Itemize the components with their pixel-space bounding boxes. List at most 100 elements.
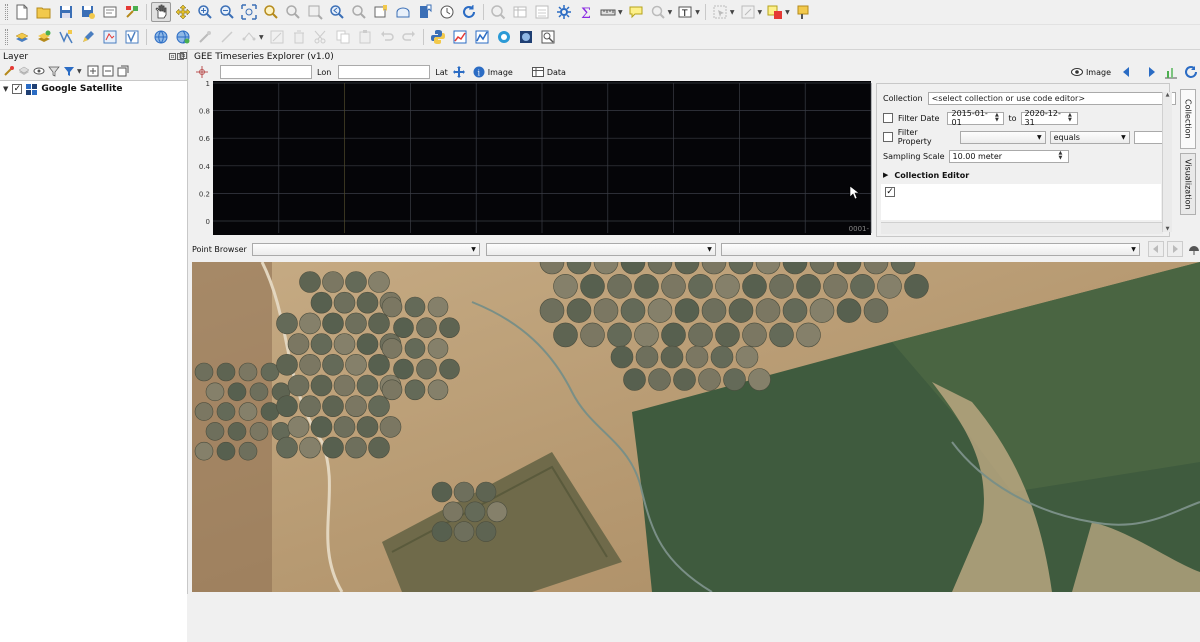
point-zoom-icon[interactable]	[1188, 243, 1200, 255]
pan-to-selection-icon[interactable]	[173, 2, 193, 22]
open-project-icon[interactable]	[34, 2, 54, 22]
data-tab-label[interactable]: Data	[547, 68, 566, 77]
delete-selected-icon[interactable]	[289, 27, 309, 47]
select-by-value-icon[interactable]	[738, 2, 758, 22]
processing-toolbox-icon[interactable]	[554, 2, 574, 22]
add-feature-icon[interactable]	[195, 27, 215, 47]
previous-image-icon[interactable]	[1120, 66, 1132, 78]
map-canvas[interactable]	[192, 262, 1200, 592]
zoom-next-icon[interactable]	[349, 2, 369, 22]
wfs-icon[interactable]	[173, 27, 193, 47]
redo-icon[interactable]	[399, 27, 419, 47]
refresh-gee-icon[interactable]	[1184, 65, 1198, 79]
remove-layer-icon[interactable]	[117, 65, 129, 77]
save-as-icon[interactable]	[78, 2, 98, 22]
plugin-d-icon[interactable]	[516, 27, 536, 47]
image-toggle-label[interactable]: Image	[1086, 68, 1111, 77]
show-bookmarks-icon[interactable]	[393, 2, 413, 22]
field-calculator-icon[interactable]	[532, 2, 552, 22]
cut-icon[interactable]	[311, 27, 331, 47]
float-panel-button[interactable]: ▫	[169, 53, 176, 60]
next-image-icon[interactable]	[1146, 66, 1158, 78]
deselect-icon[interactable]	[765, 2, 785, 22]
style-manager-icon[interactable]	[122, 2, 142, 22]
date-from-spin[interactable]: ▲ ▼	[995, 112, 1002, 124]
collection-editor-area[interactable]: ✓	[881, 184, 1161, 220]
wms-icon[interactable]	[151, 27, 171, 47]
measure-icon[interactable]	[598, 2, 618, 22]
python-icon[interactable]	[428, 27, 448, 47]
vertex-icon[interactable]	[122, 27, 142, 47]
data-table-icon[interactable]	[531, 66, 544, 78]
tab-collection[interactable]: Collection	[1180, 89, 1196, 149]
filter-dropdown-icon[interactable]: ▼	[77, 68, 82, 75]
manage-visibility-icon[interactable]	[33, 65, 45, 77]
add-group-icon[interactable]	[18, 65, 30, 77]
undo-icon[interactable]	[377, 27, 397, 47]
expand-arrow-icon[interactable]: ▶	[883, 171, 888, 179]
new-project-icon[interactable]	[12, 2, 32, 22]
zoom-in-icon[interactable]	[195, 2, 215, 22]
pan-icon[interactable]	[151, 2, 171, 22]
property-select[interactable]: ▼	[959, 130, 1046, 144]
zoom-selection-icon[interactable]	[283, 2, 303, 22]
edit-pencil-icon[interactable]	[78, 27, 98, 47]
date-to-spin[interactable]: ▲ ▼	[1068, 112, 1075, 124]
date-from-input[interactable]: 2015-01-01 ▲ ▼	[947, 109, 1005, 127]
zoom-last-icon[interactable]	[327, 2, 347, 22]
zoom-full-icon[interactable]	[239, 2, 259, 22]
filter-property-checkbox[interactable]	[883, 132, 893, 142]
node-tool-icon[interactable]	[239, 27, 259, 47]
text-annotation-icon[interactable]: T	[675, 2, 695, 22]
pick-point-icon[interactable]	[196, 66, 208, 78]
plugin-a-icon[interactable]	[450, 27, 470, 47]
reload-icon[interactable]	[459, 2, 479, 22]
highlight-icon[interactable]	[793, 2, 813, 22]
toolbar-grip[interactable]	[5, 29, 8, 45]
move-point-icon[interactable]	[452, 66, 465, 78]
select-feature-icon[interactable]	[710, 2, 730, 22]
attribute-table-icon[interactable]	[510, 2, 530, 22]
point-layer-select[interactable]: ▼	[251, 242, 480, 256]
vertical-scrollbar[interactable]: ▲ ▼	[1162, 92, 1172, 232]
date-to-input[interactable]: 2020-12-31 ▲ ▼	[1020, 109, 1078, 127]
statistics-icon[interactable]: Σ	[576, 2, 596, 22]
map-tips-icon[interactable]	[626, 2, 646, 22]
lon-input[interactable]	[220, 65, 312, 79]
point-field-select[interactable]: ▼	[485, 242, 716, 256]
zoom-out-icon[interactable]	[217, 2, 237, 22]
collection-editor-row[interactable]: ▶ Collection Editor	[883, 168, 969, 182]
image-info-icon[interactable]: i	[473, 66, 485, 78]
copy-icon[interactable]	[333, 27, 353, 47]
add-vector-icon[interactable]	[34, 27, 54, 47]
new-bookmark-icon[interactable]	[371, 2, 391, 22]
eye-icon[interactable]	[1070, 66, 1083, 78]
sampling-scale-spin[interactable]: ▲ ▼	[1059, 150, 1067, 162]
property-operator-select[interactable]: equals ▼	[1049, 130, 1130, 144]
apply-editor-checkbox[interactable]: ✓	[885, 187, 895, 197]
identify-icon[interactable]	[488, 2, 508, 22]
layer-item-google-satellite[interactable]: ▼ ✓ Google Satellite	[0, 81, 187, 97]
zoom-layer-icon[interactable]	[261, 2, 281, 22]
digitize-icon[interactable]	[56, 27, 76, 47]
lat-input[interactable]	[338, 65, 431, 79]
layer-visibility-checkbox[interactable]: ✓	[12, 84, 23, 94]
sampling-scale-input[interactable]: 10.00 meter ▲ ▼	[948, 149, 1069, 163]
add-layer-icon[interactable]	[12, 27, 32, 47]
expand-all-icon[interactable]	[87, 65, 99, 77]
save-edits-icon[interactable]	[100, 27, 120, 47]
filter-date-checkbox[interactable]	[883, 113, 893, 123]
filter-expression-icon[interactable]	[63, 65, 75, 77]
expand-arrow-icon[interactable]: ▼	[3, 85, 8, 93]
save-project-icon[interactable]	[56, 2, 76, 22]
style-layer-icon[interactable]	[3, 65, 15, 77]
paste-icon[interactable]	[355, 27, 375, 47]
point-feature-select[interactable]: ▼	[720, 242, 1140, 256]
print-layout-icon[interactable]	[100, 2, 120, 22]
plugin-c-icon[interactable]	[494, 27, 514, 47]
image-tab-label[interactable]: Image	[488, 68, 513, 77]
collection-input[interactable]: <select collection or use code editor>	[927, 91, 1176, 105]
zoom-native-icon[interactable]	[305, 2, 325, 22]
move-feature-icon[interactable]	[217, 27, 237, 47]
toolbar-grip[interactable]	[5, 4, 8, 20]
